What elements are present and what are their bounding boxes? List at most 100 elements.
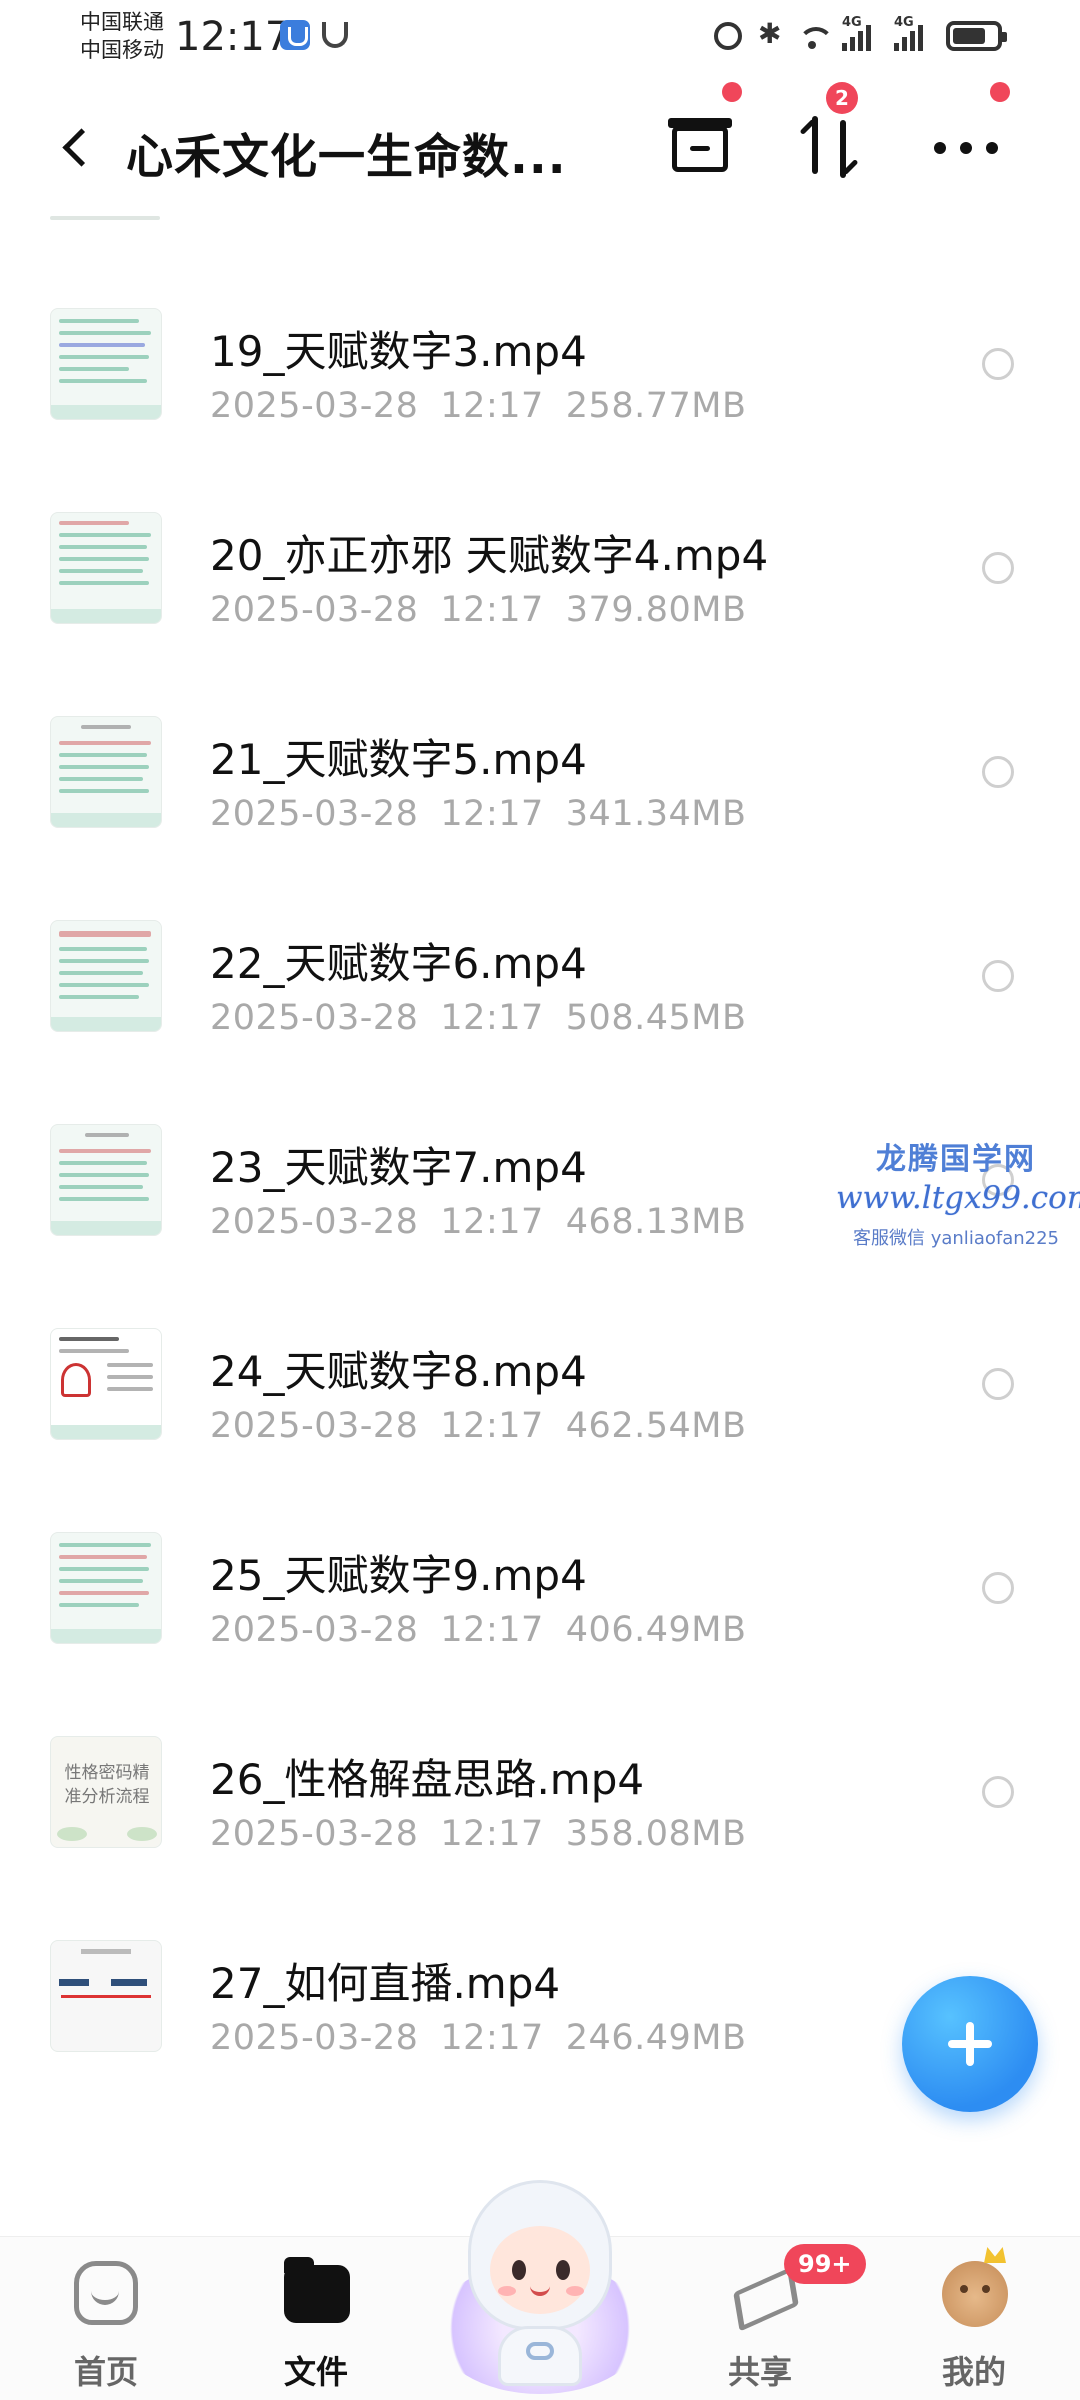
carrier-1: 中国联通 <box>80 10 164 34</box>
file-time: 12:17 <box>440 998 544 1038</box>
more-button[interactable] <box>924 104 1008 188</box>
status-icons: 4G 4G <box>714 15 1007 56</box>
select-checkbox[interactable] <box>982 1572 1014 1604</box>
file-size: 379.80MB <box>565 590 747 630</box>
avatar-icon <box>942 2261 1008 2327</box>
file-time: 12:17 <box>440 794 544 834</box>
archive-button[interactable] <box>658 104 742 188</box>
file-name: 24_天赋数字8.mp4 <box>210 1347 587 1396</box>
file-size: 468.13MB <box>565 1202 747 1242</box>
signal-icon-1: 4G <box>842 15 882 51</box>
file-date: 2025-03-28 <box>210 386 419 426</box>
status-bar: 中国联通 中国移动 12:17 4G 4G <box>0 0 1080 76</box>
home-icon <box>74 2261 138 2325</box>
file-size: 508.45MB <box>565 998 747 1038</box>
nav-me[interactable]: 我的 <box>904 2261 1044 2391</box>
file-date: 2025-03-28 <box>210 1814 419 1854</box>
select-checkbox[interactable] <box>982 756 1014 788</box>
file-meta: 2025-03-28 12:17 462.54MB <box>210 1406 746 1446</box>
back-icon[interactable] <box>50 116 110 176</box>
status-time: 12:17 <box>175 14 291 60</box>
file-name: 22_天赋数字6.mp4 <box>210 939 587 988</box>
file-name: 20_亦正亦邪 天赋数字4.mp4 <box>210 531 769 580</box>
select-checkbox[interactable] <box>982 348 1014 380</box>
sort-button[interactable] <box>792 104 876 188</box>
alarm-icon <box>714 22 742 50</box>
previous-item-edge <box>50 216 160 220</box>
carrier-2: 中国移动 <box>80 38 164 62</box>
file-size: 358.08MB <box>565 1814 747 1854</box>
folder-icon <box>284 2257 350 2323</box>
video-thumbnail <box>50 1124 162 1236</box>
file-size: 341.34MB <box>565 794 747 834</box>
nav-label: 文件 <box>283 2353 348 2391</box>
video-thumbnail <box>50 1940 162 2052</box>
file-time: 12:17 <box>440 2018 544 2058</box>
file-meta: 2025-03-28 12:17 341.34MB <box>210 794 746 834</box>
bluetooth-icon <box>754 17 784 51</box>
select-checkbox[interactable] <box>982 1368 1014 1400</box>
wifi-icon <box>796 21 834 51</box>
nav-home[interactable]: 首页 <box>36 2261 176 2391</box>
video-thumbnail <box>50 1328 162 1440</box>
thumbnail-cover-text: 性格密码精准分析流程 <box>64 1763 150 1807</box>
file-time: 12:17 <box>440 1406 544 1446</box>
file-date: 2025-03-28 <box>210 1406 419 1446</box>
share-badge: 99+ <box>784 2244 866 2284</box>
file-row[interactable]: 19_天赋数字3.mp4 2025-03-28 12:17 258.77MB <box>0 308 1080 512</box>
file-name: 26_性格解盘思路.mp4 <box>210 1755 645 1804</box>
file-row[interactable]: 性格密码精准分析流程 26_性格解盘思路.mp4 2025-03-28 12:17… <box>0 1736 1080 1940</box>
add-button[interactable] <box>902 1976 1038 2112</box>
watermark-url: www.ltgx99.com <box>836 1180 1080 1216</box>
nav-files[interactable]: 文件 <box>246 2257 386 2391</box>
archive-notification-dot <box>722 82 742 102</box>
file-row[interactable]: 22_天赋数字6.mp4 2025-03-28 12:17 508.45MB <box>0 920 1080 1124</box>
file-date: 2025-03-28 <box>210 2018 419 2058</box>
file-size: 462.54MB <box>565 1406 747 1446</box>
file-name: 19_天赋数字3.mp4 <box>210 327 587 376</box>
nav-label: 我的 <box>941 2353 1006 2391</box>
file-name: 25_天赋数字9.mp4 <box>210 1551 587 1600</box>
file-date: 2025-03-28 <box>210 998 419 1038</box>
network-type-1: 4G <box>842 15 862 30</box>
notification-app-icon <box>280 20 310 50</box>
file-time: 12:17 <box>440 386 544 426</box>
video-thumbnail <box>50 308 162 420</box>
file-row[interactable]: 25_天赋数字9.mp4 2025-03-28 12:17 406.49MB <box>0 1532 1080 1736</box>
signal-icon-2: 4G <box>894 15 934 51</box>
select-checkbox[interactable] <box>982 1776 1014 1808</box>
file-size: 258.77MB <box>565 386 747 426</box>
file-time: 12:17 <box>440 1814 544 1854</box>
watermark: 龙腾国学网 www.ltgx99.com 客服微信 yanliaofan225 <box>836 1134 1080 1250</box>
file-meta: 2025-03-28 12:17 258.77MB <box>210 386 746 426</box>
file-date: 2025-03-28 <box>210 590 419 630</box>
file-row[interactable]: 24_天赋数字8.mp4 2025-03-28 12:17 462.54MB <box>0 1328 1080 1532</box>
file-time: 12:17 <box>440 1610 544 1650</box>
file-time: 12:17 <box>440 590 544 630</box>
file-meta: 2025-03-28 12:17 406.49MB <box>210 1610 746 1650</box>
file-meta: 2025-03-28 12:17 358.08MB <box>210 1814 746 1854</box>
file-row[interactable]: 21_天赋数字5.mp4 2025-03-28 12:17 341.34MB <box>0 716 1080 920</box>
battery-icon <box>946 21 1007 51</box>
file-meta: 2025-03-28 12:17 246.49MB <box>210 2018 746 2058</box>
assistant-mascot-button[interactable] <box>428 2176 652 2400</box>
more-icon <box>934 142 946 154</box>
video-thumbnail <box>50 716 162 828</box>
notification-app-icon-outline <box>322 22 348 48</box>
nav-label: 首页 <box>73 2353 138 2391</box>
file-date: 2025-03-28 <box>210 1202 419 1242</box>
file-size: 246.49MB <box>565 2018 747 2058</box>
video-thumbnail <box>50 920 162 1032</box>
app-header: 心禾文化一生命数... 2 <box>0 76 1080 216</box>
more-notification-dot <box>990 82 1010 102</box>
select-checkbox[interactable] <box>982 552 1014 584</box>
watermark-title: 龙腾国学网 <box>876 1142 1036 1177</box>
select-checkbox[interactable] <box>982 960 1014 992</box>
file-row[interactable]: 20_亦正亦邪 天赋数字4.mp4 2025-03-28 12:17 379.80M… <box>0 512 1080 716</box>
page-title: 心禾文化一生命数... <box>126 130 567 185</box>
share-icon <box>730 2267 790 2323</box>
watermark-contact: 客服微信 yanliaofan225 <box>853 1228 1059 1249</box>
video-thumbnail <box>50 1532 162 1644</box>
file-browser-screen: 中国联通 中国移动 12:17 4G 4G 心禾文化一生命数... <box>0 0 1080 2400</box>
file-time: 12:17 <box>440 1202 544 1242</box>
